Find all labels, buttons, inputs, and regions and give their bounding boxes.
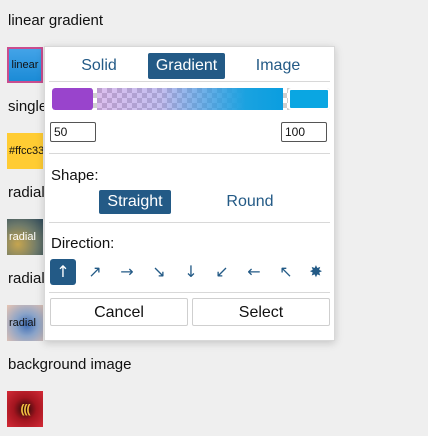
color-picker-popup: Solid Gradient Image Shape: Straight Rou…: [44, 46, 335, 341]
divider: [49, 222, 330, 223]
divider: [49, 153, 330, 154]
gradient-preview-bar[interactable]: [52, 88, 330, 110]
arrow-up-left-icon[interactable]: ↖: [273, 259, 299, 285]
section-label-background-image: background image: [8, 356, 132, 373]
arrow-left-icon[interactable]: ←: [241, 259, 267, 285]
section-label-radial-2: radial: [8, 270, 45, 287]
tab-image[interactable]: Image: [247, 53, 309, 79]
radial-gradient-swatch-2[interactable]: radial: [7, 305, 43, 341]
section-label-radial-1: radial: [8, 184, 45, 201]
divider: [49, 81, 330, 82]
gradient-start-position-input[interactable]: [50, 122, 96, 142]
sound-waves-image: (((: [20, 402, 31, 416]
tab-solid[interactable]: Solid: [71, 53, 127, 79]
background-image-swatch[interactable]: (((: [7, 391, 43, 427]
swatch-label: radial: [9, 317, 36, 329]
direction-options: ↑ ↗ → ↘ ↓ ↙ ← ↖ ✸: [45, 259, 334, 285]
gradient-stop-end[interactable]: [288, 88, 330, 110]
shape-straight-button[interactable]: Straight: [99, 190, 171, 214]
arrow-right-icon[interactable]: →: [114, 259, 140, 285]
shape-label: Shape:: [51, 167, 99, 184]
linear-gradient-swatch[interactable]: linear: [7, 47, 43, 83]
section-label-single: single: [8, 98, 48, 115]
select-button[interactable]: Select: [192, 298, 330, 326]
swatch-label: linear: [11, 59, 39, 71]
divider: [49, 292, 330, 293]
tab-gradient[interactable]: Gradient: [148, 53, 225, 79]
direction-label: Direction:: [51, 235, 115, 252]
gradient-fill: [97, 88, 283, 110]
radial-gradient-swatch-1[interactable]: radial: [7, 219, 43, 255]
arrow-down-icon[interactable]: ↓: [178, 259, 204, 285]
gradient-end-position-input[interactable]: [281, 122, 327, 142]
arrow-down-right-icon[interactable]: ↘: [146, 259, 172, 285]
radial-center-icon[interactable]: ✸: [303, 259, 329, 285]
cancel-button[interactable]: Cancel: [50, 298, 188, 326]
arrow-down-left-icon[interactable]: ↙: [209, 259, 235, 285]
swatch-label: radial: [9, 231, 36, 243]
arrow-up-icon[interactable]: ↑: [50, 259, 76, 285]
shape-round-button[interactable]: Round: [217, 190, 283, 214]
section-label-linear-gradient: linear gradient: [8, 12, 104, 29]
fill-type-tabs: Solid Gradient Image: [45, 53, 334, 79]
single-color-swatch[interactable]: #ffcc33: [7, 133, 43, 169]
arrow-up-right-icon[interactable]: ↗: [82, 259, 108, 285]
gradient-stop-start[interactable]: [52, 88, 93, 110]
swatch-label: #ffcc33: [9, 145, 43, 157]
